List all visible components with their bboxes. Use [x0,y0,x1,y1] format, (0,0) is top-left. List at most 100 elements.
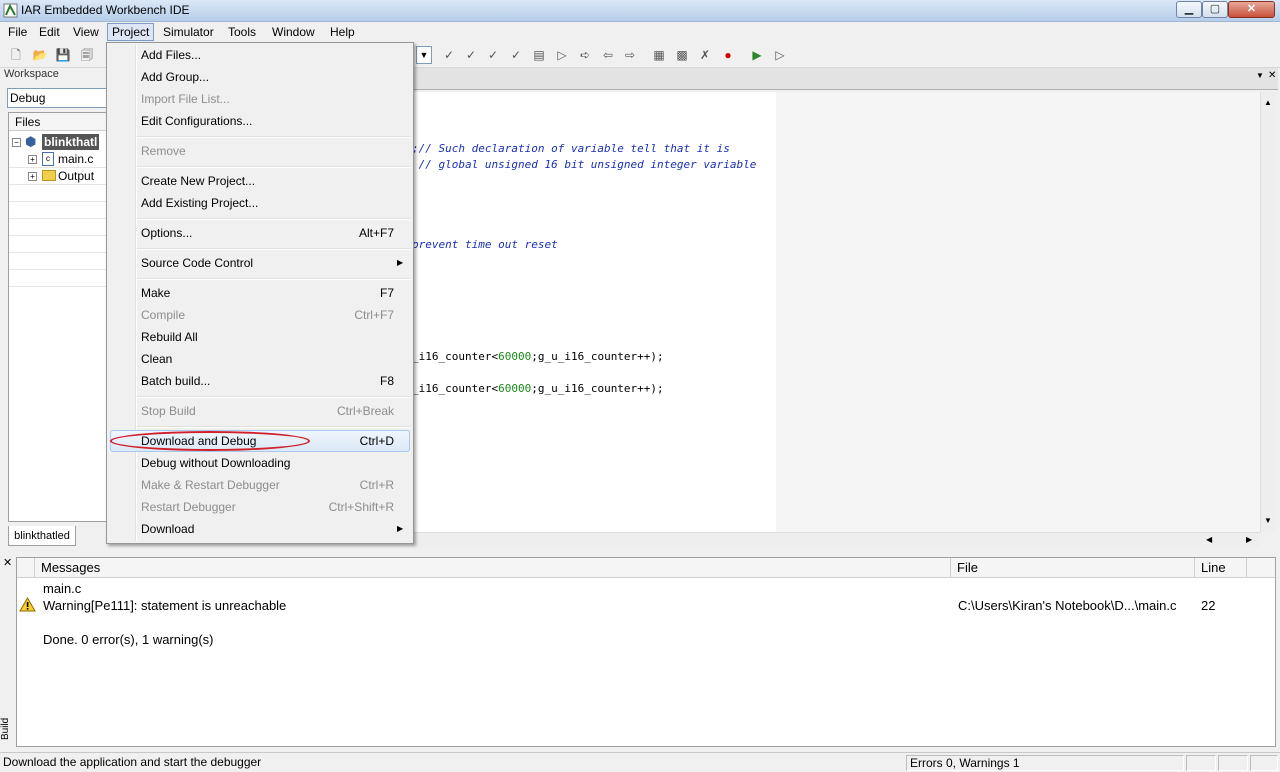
expand-main-c-icon[interactable]: + [28,155,37,164]
shortcut-compile: Ctrl+F7 [354,308,394,322]
menu-icon-gutter [135,45,137,541]
tree-row-line [9,202,107,219]
menu-item-download[interactable]: Download [141,518,401,540]
download-and-debug-icon[interactable]: ▶ [748,46,766,64]
menu-item-remove: Remove [141,144,186,158]
status-panel [1186,755,1216,771]
warning-icon [19,597,36,612]
close-button[interactable]: ✕ [1228,1,1275,18]
go-forward-icon[interactable]: ▷ [553,46,571,64]
scroll-right-icon[interactable]: ▶ [1246,535,1252,544]
menu-item-debug-without-downloading[interactable]: Debug without Downloading [141,452,401,474]
minimize-button[interactable]: ▁ [1176,1,1202,18]
scroll-left-icon[interactable]: ◀ [1206,535,1212,544]
shortcut-options: Alt+F7 [358,226,394,240]
shortcut-restart-debugger: Ctrl+Shift+R [328,500,394,514]
save-icon[interactable]: 💾 [54,46,72,64]
submenu-arrow-icon: ▶ [397,258,404,267]
code-comment-line: ;// Such declaration of variable tell th… [412,142,730,155]
save-all-icon[interactable]: 🗐 [78,46,96,64]
title-bar: IAR Embedded Workbench IDE ▁ ▢ ✕ [0,0,1280,22]
folder-icon [42,170,56,181]
message-row-warning-line[interactable]: 22 [1201,598,1215,614]
workspace-config-select[interactable]: Debug [7,88,107,108]
file-column-header[interactable]: File [951,558,1195,578]
menu-item-add-existing-project[interactable]: Add Existing Project... [141,192,401,214]
scroll-up-icon[interactable]: ▲ [1264,98,1272,107]
menu-item-rebuild-all[interactable]: Rebuild All [141,326,401,348]
c-file-icon: c [42,152,54,166]
menu-file[interactable]: File [4,23,31,41]
close-editor-icon[interactable]: ✕ [1268,70,1276,81]
new-file-icon[interactable]: 🗋 [7,46,25,64]
editor-tab-bar: ▼ ✕ [412,68,1278,90]
line-column-header[interactable]: Line [1195,558,1247,578]
menu-separator [137,396,411,398]
message-row-summary[interactable]: Done. 0 error(s), 1 warning(s) [43,632,214,648]
menu-simulator[interactable]: Simulator [159,23,218,41]
tree-item-main-c[interactable]: main.c [58,151,93,167]
configuration-dropdown-arrow[interactable]: ▼ [416,46,432,64]
toggle-bookmark-icon[interactable]: ✓ [440,46,458,64]
go-back-icon[interactable]: ➪ [576,46,594,64]
menu-item-create-new-project[interactable]: Create New Project... [141,170,401,192]
messages-column-header[interactable]: Messages [35,558,951,578]
menu-separator [137,218,411,220]
menu-item-add-files[interactable]: Add Files... [141,44,401,66]
tree-row-line [9,270,107,287]
menu-window[interactable]: Window [268,23,319,41]
menu-item-source-code-control[interactable]: Source Code Control [141,252,401,274]
build-side-tab[interactable]: Build [0,712,16,746]
menu-item-clean[interactable]: Clean [141,348,401,370]
find-in-files-icon[interactable]: ▤ [530,46,548,64]
editor-horizontal-scrollbar[interactable]: ◀ ▶ [412,532,1260,548]
prev-bookmark-icon[interactable]: ✓ [484,46,502,64]
shortcut-batch-build: F8 [379,374,394,388]
scroll-down-icon[interactable]: ▼ [1264,516,1272,525]
editor-vertical-scrollbar[interactable]: ▲ ▼ [1260,92,1276,532]
menu-help[interactable]: Help [326,23,359,41]
menu-separator [137,166,411,168]
menu-item-add-group[interactable]: Add Group... [141,66,401,88]
maximize-button[interactable]: ▢ [1202,1,1228,18]
navigate-icon[interactable]: ✓ [507,46,525,64]
menu-bar: File Edit View Project Simulator Tools W… [0,22,1280,42]
app-icon [3,3,18,18]
project-node[interactable]: blinkthatl [42,134,100,150]
menu-edit[interactable]: Edit [35,23,64,41]
code-comment-line: prevent time out reset [412,238,558,251]
menu-separator [137,278,411,280]
code-comment-line: // global unsigned 16 bit unsigned integ… [412,158,757,171]
close-build-panel-icon[interactable]: ✕ [3,556,12,569]
tree-item-output[interactable]: Output [58,168,94,184]
make-icon[interactable]: ▩ [673,46,691,64]
menu-item-edit-configurations[interactable]: Edit Configurations... [141,110,401,132]
stop-build-icon[interactable]: ✗ [696,46,714,64]
menu-view[interactable]: View [69,23,103,41]
tree-row-line [9,185,107,202]
status-bar: Download the application and start the d… [0,752,1280,772]
message-row-file[interactable]: main.c [43,581,81,597]
navigate-back-icon[interactable]: ⇦ [599,46,617,64]
debug-without-download-icon[interactable]: ▷ [771,46,789,64]
workspace-label: Workspace [4,68,59,80]
shortcut-download-and-debug: Ctrl+D [359,434,394,448]
compile-icon[interactable]: ▦ [650,46,668,64]
collapse-project-icon[interactable]: − [12,138,21,147]
breakpoint-icon[interactable]: ● [719,46,737,64]
workspace-tab[interactable]: blinkthatled [8,526,76,546]
message-row-warning[interactable]: Warning[Pe111]: statement is unreachable [43,598,286,614]
tree-row-line [9,253,107,270]
next-bookmark-icon[interactable]: ✓ [462,46,480,64]
status-panel [1218,755,1248,771]
tab-list-icon[interactable]: ▼ [1256,71,1264,80]
code-line: _i16_counter<60000;g_u_i16_counter++); [412,382,664,395]
open-folder-icon[interactable]: 📂 [31,46,49,64]
expand-output-icon[interactable]: + [28,172,37,181]
menu-tools[interactable]: Tools [224,23,260,41]
menu-project[interactable]: Project [107,23,155,41]
tree-row-line [9,236,107,253]
shortcut-make: F7 [379,286,394,300]
navigate-forward-icon[interactable]: ⇨ [621,46,639,64]
message-row-warning-file[interactable]: C:\Users\Kiran's Notebook\D...\main.c [958,598,1177,614]
